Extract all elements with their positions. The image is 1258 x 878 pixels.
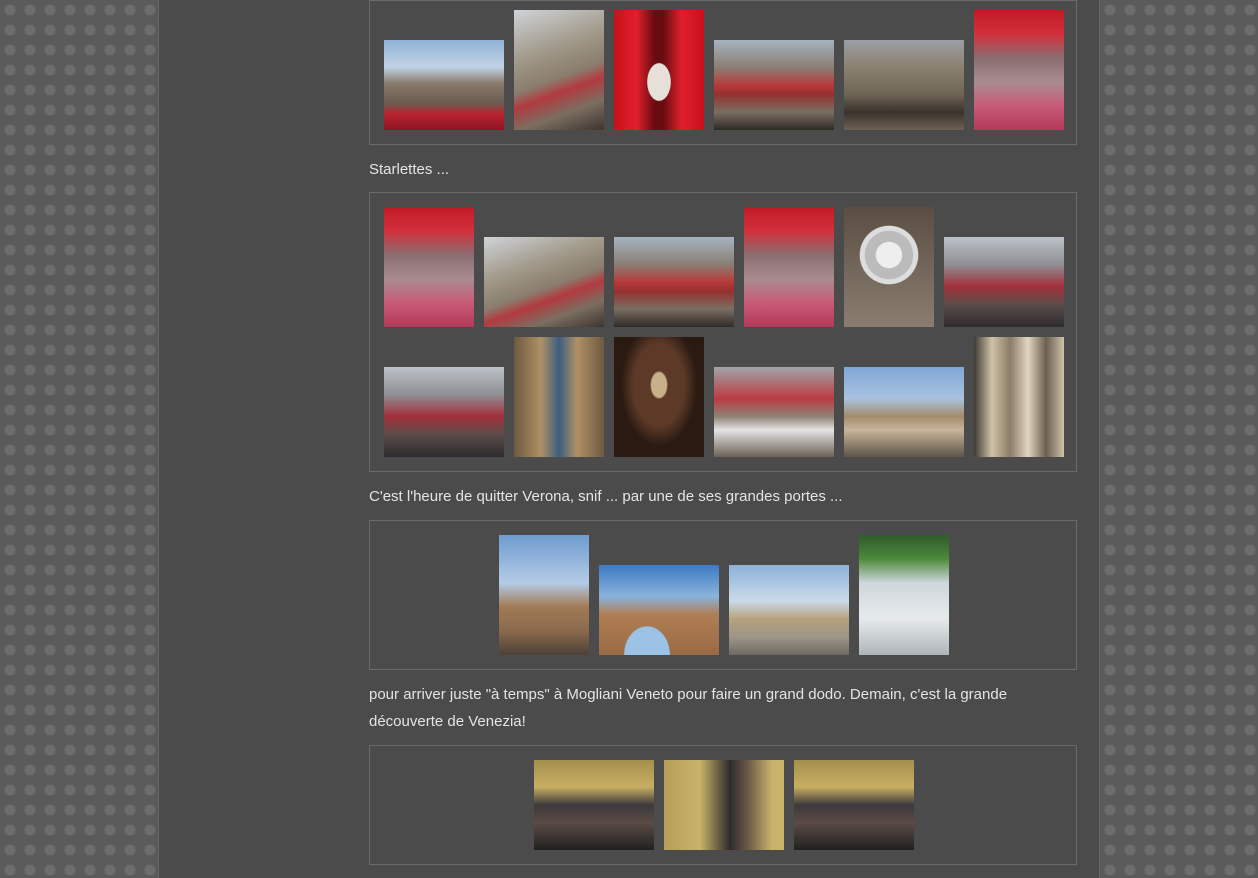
photo-thumbnail[interactable] <box>859 535 949 655</box>
photo-thumbnail[interactable] <box>484 237 604 327</box>
photo-thumbnail[interactable] <box>974 10 1064 130</box>
photo-thumbnail[interactable] <box>499 535 589 655</box>
photo-thumbnail[interactable] <box>384 367 504 457</box>
photo-thumbnail[interactable] <box>599 565 719 655</box>
photo-thumbnail[interactable] <box>714 367 834 457</box>
page-content: Starlettes ... C'est l'heure de quitter … <box>158 0 1100 878</box>
photo-gallery-hotel <box>369 745 1077 865</box>
photo-thumbnail[interactable] <box>974 337 1064 457</box>
photo-gallery-portes <box>369 520 1077 670</box>
caption-starlettes: Starlettes ... <box>369 161 450 178</box>
photo-thumbnail[interactable] <box>534 760 654 850</box>
photo-thumbnail[interactable] <box>729 565 849 655</box>
caption-arriver-mogliani: pour arriver juste "à temps" à Mogliani … <box>369 686 1008 730</box>
photo-thumbnail[interactable] <box>514 10 604 130</box>
photo-thumbnail[interactable] <box>614 337 704 457</box>
photo-thumbnail[interactable] <box>844 367 964 457</box>
photo-thumbnail[interactable] <box>794 760 914 850</box>
photo-thumbnail[interactable] <box>614 10 704 130</box>
photo-thumbnail[interactable] <box>714 40 834 130</box>
caption-quitter-verona: C'est l'heure de quitter Verona, snif ..… <box>369 488 843 505</box>
photo-thumbnail[interactable] <box>744 207 834 327</box>
photo-gallery-arena <box>369 0 1077 145</box>
photo-thumbnail[interactable] <box>944 237 1064 327</box>
photo-thumbnail[interactable] <box>664 760 784 850</box>
photo-thumbnail[interactable] <box>844 40 964 130</box>
photo-thumbnail[interactable] <box>384 40 504 130</box>
photo-thumbnail[interactable] <box>384 207 474 327</box>
photo-gallery-starlettes <box>369 192 1077 472</box>
photo-thumbnail[interactable] <box>514 337 604 457</box>
photo-thumbnail[interactable] <box>844 207 934 327</box>
photo-thumbnail[interactable] <box>614 237 734 327</box>
